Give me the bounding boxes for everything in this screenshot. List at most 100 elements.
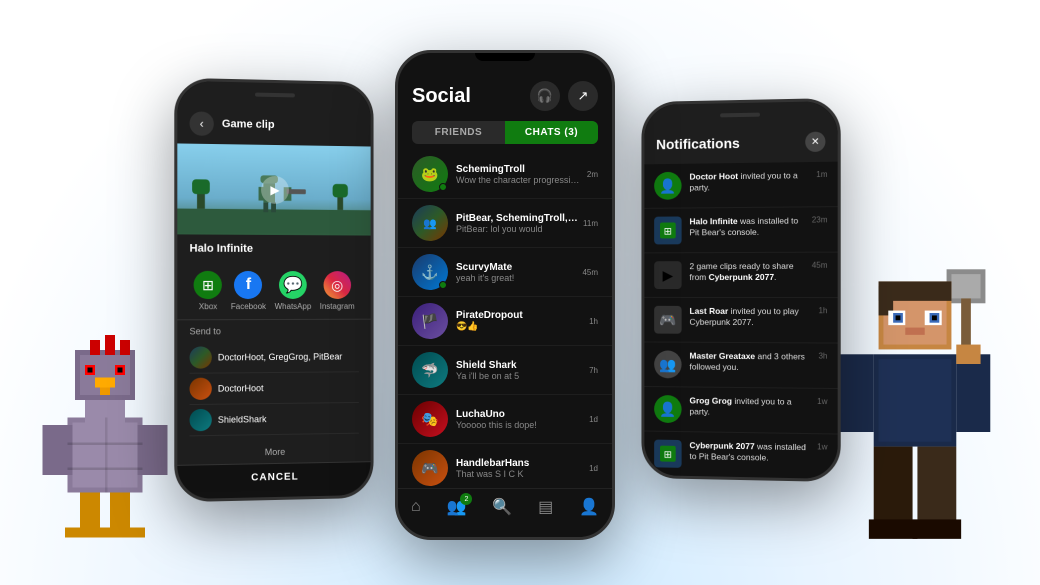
- chat-item[interactable]: 🎭 LuchaUno Yooooo this is dope! 1d: [398, 395, 612, 444]
- right-phone: Notifications ✕ 👤 Doctor Hoot invited yo…: [641, 98, 840, 482]
- notif-text-2: Halo Infinite was installed to Pit Bear'…: [689, 215, 803, 238]
- chat-name-1: SchemingTroll: [456, 164, 583, 175]
- notif-main-7: Cyberpunk 2077 was installed to Pit Bear…: [689, 440, 809, 464]
- tab-friends[interactable]: FRIENDS: [412, 121, 505, 144]
- chat-info-6: LuchaUno Yooooo this is dope!: [456, 409, 585, 430]
- bottom-nav: ⌂ 👥 2 🔍 ▤ 👤: [398, 488, 612, 537]
- nav-social[interactable]: 👥 2: [446, 497, 466, 517]
- chat-item[interactable]: 🐸 SchemingTroll Wow the character progre…: [398, 150, 612, 199]
- chat-time-1: 2m: [587, 170, 598, 179]
- share-instagram[interactable]: ◎ Instagram: [320, 271, 355, 311]
- minecraft-chicken-character: [30, 305, 180, 555]
- whatsapp-label: WhatsApp: [275, 302, 312, 311]
- notif-time-5: 3h: [818, 352, 827, 361]
- nav-profile[interactable]: 👤: [579, 497, 599, 517]
- phone-speaker-right: [720, 113, 760, 118]
- social-title: Social: [412, 85, 471, 108]
- profile-icon: 👤: [579, 497, 599, 517]
- notif-time-3: 45m: [812, 261, 828, 270]
- notif-icon-5: 👥: [654, 350, 681, 378]
- nav-home[interactable]: ⌂: [411, 498, 421, 516]
- chat-time-7: 1d: [589, 464, 598, 473]
- tab-chats[interactable]: CHATS (3): [505, 121, 598, 144]
- play-button[interactable]: ▶: [261, 176, 289, 204]
- xbox-icon: ⊞: [194, 271, 222, 299]
- chat-avatar-4: 🏴: [412, 303, 448, 339]
- send-to-name-3: ShieldShark: [218, 414, 267, 425]
- notif-icon-6: 👤: [654, 395, 681, 423]
- send-to-item-1[interactable]: DoctorHoot, GregGrog, PitBear: [190, 342, 359, 374]
- notif-text-3: 2 game clips ready to share from Cyberpu…: [689, 261, 803, 283]
- notification-item[interactable]: 👥 Master Greataxe and 3 others followed …: [644, 342, 837, 389]
- tab-bar: FRIENDS CHATS (3): [412, 121, 598, 144]
- send-to-section: Send to DoctorHoot, GregGrog, PitBear Do…: [177, 320, 370, 443]
- whatsapp-icon: 💬: [279, 271, 307, 299]
- notif-main-5: Master Greataxe and 3 others followed yo…: [689, 351, 810, 374]
- notif-time-6: 1w: [817, 397, 827, 406]
- chat-name-4: PirateDropout: [456, 310, 585, 321]
- share-button[interactable]: ↗: [568, 81, 598, 111]
- notification-item[interactable]: 👤 Grog Grog invited you to a party. 1w: [644, 387, 837, 435]
- instagram-icon: ◎: [323, 271, 351, 299]
- chat-item[interactable]: ⚓ ScurvyMate yeah it's great! 45m: [398, 248, 612, 297]
- notifications-title: Notifications: [656, 135, 740, 152]
- chat-item[interactable]: 🏴 PirateDropout 😎👍 1h: [398, 297, 612, 346]
- notification-item[interactable]: ⊞ Cyberpunk 2077 was installed to Pit Be…: [644, 432, 837, 479]
- notification-item[interactable]: ▶ 2 game clips ready to share from Cyber…: [644, 253, 837, 298]
- back-button[interactable]: ‹: [190, 111, 214, 136]
- chat-info-4: PirateDropout 😎👍: [456, 310, 585, 332]
- nav-search[interactable]: 🔍: [492, 497, 512, 517]
- send-to-avatar-1: [190, 346, 212, 368]
- left-phone: ‹ Game clip: [174, 78, 373, 503]
- chat-avatar-7: 🎮: [412, 450, 448, 486]
- notif-icon-2: ⊞: [654, 216, 681, 244]
- nav-library[interactable]: ▤: [538, 497, 553, 517]
- xbox-label: Xbox: [199, 302, 217, 311]
- share-icons-row: ⊞ Xbox f Facebook 💬 WhatsApp ◎ Instagram: [177, 263, 370, 321]
- close-button[interactable]: ✕: [805, 132, 825, 152]
- chat-preview-1: Wow the character progression syste...: [456, 175, 583, 185]
- share-xbox[interactable]: ⊞ Xbox: [194, 271, 222, 311]
- chat-time-3: 45m: [582, 268, 598, 277]
- chat-time-6: 1d: [589, 415, 598, 424]
- notif-icon-4: 🎮: [654, 306, 681, 334]
- notification-item[interactable]: 🎮 Last Roar invited you to play Cyberpun…: [644, 298, 837, 344]
- chat-item[interactable]: 🎮 HandlebarHans That was S I C K 1d: [398, 444, 612, 488]
- send-to-name-2: DoctorHoot: [218, 383, 264, 394]
- chat-info-5: Shield Shark Ya i'll be on at 5: [456, 360, 585, 381]
- chat-name-5: Shield Shark: [456, 360, 585, 371]
- social-header-icons: 🎧 ↗: [530, 81, 598, 111]
- phone-speaker-left: [255, 93, 295, 98]
- left-phone-header: ‹ Game clip: [177, 81, 370, 147]
- notifications-list: 👤 Doctor Hoot invited you to a party. 1m…: [644, 162, 837, 479]
- send-to-label: Send to: [190, 326, 359, 337]
- chat-item[interactable]: 👥 PitBear, SchemingTroll, Grog... PitBea…: [398, 199, 612, 248]
- chat-info-3: ScurvyMate yeah it's great!: [456, 262, 578, 283]
- notif-time-2: 23m: [812, 215, 828, 224]
- chat-avatar-2: 👥: [412, 205, 448, 241]
- headset-button[interactable]: 🎧: [530, 81, 560, 111]
- notification-item[interactable]: ⊞ Halo Infinite was installed to Pit Bea…: [644, 207, 837, 253]
- chat-avatar-1: 🐸: [412, 156, 448, 192]
- chat-time-5: 7h: [589, 366, 598, 375]
- notif-time-4: 1h: [818, 306, 827, 315]
- send-to-item-3[interactable]: ShieldShark: [190, 403, 359, 436]
- notif-text-6: Grog Grog invited you to a party.: [689, 395, 809, 419]
- chat-list: 🐸 SchemingTroll Wow the character progre…: [398, 150, 612, 488]
- library-icon: ▤: [538, 497, 553, 517]
- share-facebook[interactable]: f Facebook: [231, 271, 266, 311]
- send-to-item-2[interactable]: DoctorHoot: [190, 372, 359, 405]
- facebook-label: Facebook: [231, 302, 266, 311]
- notif-icon-7: ⊞: [654, 440, 681, 468]
- notif-main-6: Grog Grog invited you to a party.: [689, 395, 809, 419]
- notification-item[interactable]: 👤 Doctor Hoot invited you to a party. 1m: [644, 162, 837, 209]
- send-to-avatar-2: [190, 378, 212, 400]
- cancel-button[interactable]: CANCEL: [177, 461, 370, 493]
- chat-preview-2: PitBear: lol you would: [456, 224, 579, 234]
- phone-notch-center: [475, 53, 535, 61]
- chat-name-3: ScurvyMate: [456, 262, 578, 273]
- chat-item[interactable]: 🦈 Shield Shark Ya i'll be on at 5 7h: [398, 346, 612, 395]
- share-whatsapp[interactable]: 💬 WhatsApp: [275, 271, 312, 311]
- minecraft-steve-character: [830, 255, 1000, 575]
- send-to-avatar-3: [190, 409, 212, 431]
